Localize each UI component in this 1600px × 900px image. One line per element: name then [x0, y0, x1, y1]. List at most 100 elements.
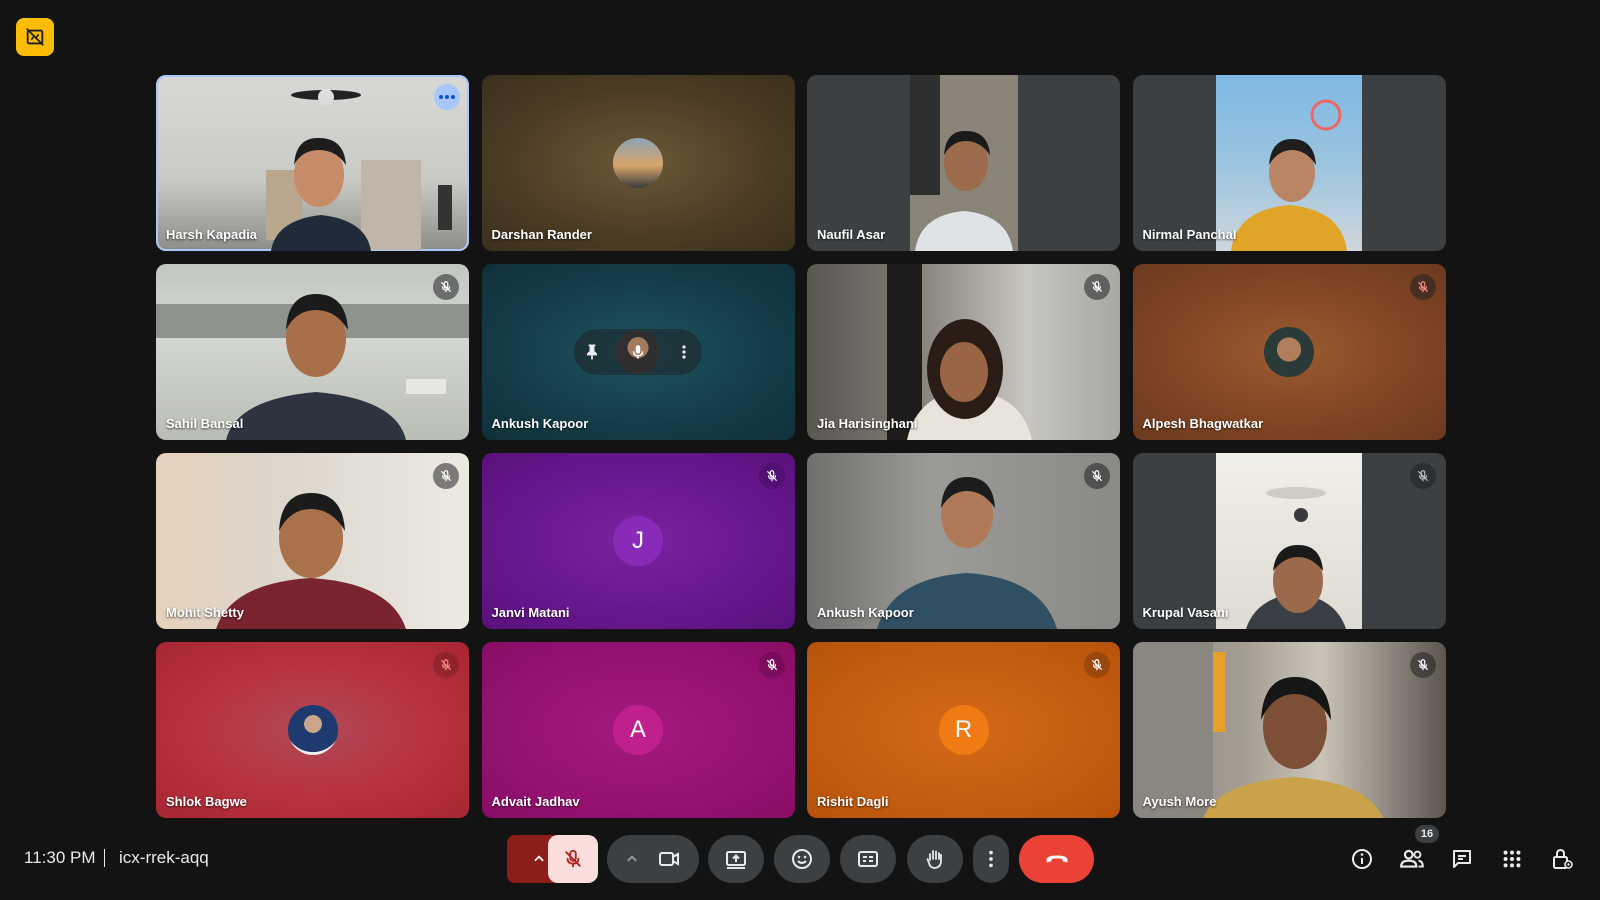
participant-name: Janvi Matani	[491, 605, 570, 620]
participant-name: Rishit Dagli	[817, 794, 889, 809]
participant-avatar	[613, 138, 663, 188]
participant-video	[1132, 642, 1383, 818]
mic-muted-indicator	[1084, 652, 1110, 678]
meeting-clock: 11:30 PM	[24, 848, 96, 867]
participant-video	[909, 75, 1018, 251]
participant-name: Advait Jadhav	[491, 794, 580, 809]
participant-avatar: R	[938, 705, 989, 755]
host-controls-icon	[1553, 848, 1573, 869]
participant-video	[156, 294, 469, 440]
participant-name: Ankush Kapoor	[491, 416, 589, 431]
participant-tile[interactable]: Alpesh Bhagwatkar	[1132, 264, 1446, 440]
more-vert-icon[interactable]	[674, 342, 694, 362]
participant-tile[interactable]: Nirmal Panchal	[1132, 75, 1446, 251]
activities-button[interactable]	[1496, 843, 1528, 875]
participant-name: Krupal Vasani	[1142, 605, 1229, 620]
participant-name: Darshan Rander	[491, 227, 592, 242]
mic-off-icon	[1091, 470, 1103, 482]
camera-icon[interactable]	[657, 847, 681, 871]
mic-off-icon	[766, 470, 777, 482]
mic-muted-indicator	[433, 652, 459, 678]
mic-muted-indicator	[1084, 463, 1110, 489]
participant-avatar	[287, 705, 338, 755]
participant-avatar	[616, 330, 660, 374]
participant-count-badge: 16	[1415, 825, 1439, 843]
participant-tile[interactable]: Naufil Asar	[807, 75, 1120, 251]
participant-name: Sahil Bansal	[166, 416, 244, 431]
pin-icon[interactable]	[582, 342, 602, 362]
participant-video	[216, 493, 406, 629]
present-now-button[interactable]	[708, 835, 764, 883]
mic-muted-indicator	[433, 274, 459, 300]
mic-off-icon	[1417, 659, 1428, 671]
chat-button[interactable]	[1446, 843, 1478, 875]
participant-video	[887, 264, 1032, 440]
mic-toggle-button[interactable]	[548, 835, 598, 883]
participant-name: Nirmal Panchal	[1142, 227, 1237, 242]
hidden-tiles-badge[interactable]	[16, 18, 54, 56]
mic-muted-indicator	[1084, 274, 1110, 300]
raise-hand-button[interactable]	[907, 835, 963, 883]
participant-name: Ankush Kapoor	[817, 605, 914, 620]
video-options-button[interactable]	[607, 835, 699, 883]
participant-tile[interactable]: Sahil Bansal	[156, 264, 469, 440]
raise-hand-icon	[926, 850, 942, 869]
participant-video	[266, 89, 452, 251]
participant-tile[interactable]: Mohit Shetty	[156, 453, 469, 629]
emoji-icon	[792, 849, 812, 869]
participant-tile[interactable]: Jia Harisinghani	[807, 264, 1120, 440]
participant-video	[1216, 75, 1362, 251]
participant-video	[1216, 453, 1362, 629]
participant-tile[interactable]: Krupal Vasani	[1132, 453, 1446, 629]
meeting-code: icx-rrek-aqq	[119, 848, 209, 867]
mic-muted-indicator	[1409, 274, 1436, 300]
more-options-button[interactable]	[973, 835, 1009, 883]
chat-icon	[1453, 850, 1471, 868]
end-call-icon	[1046, 855, 1067, 863]
participant-tile[interactable]: A Advait Jadhav	[481, 642, 795, 818]
mic-off-icon	[766, 659, 777, 671]
present-icon	[726, 851, 746, 869]
participant-tile[interactable]: Ankush Kapoor	[481, 264, 795, 440]
leave-call-button[interactable]	[1019, 835, 1094, 883]
reactions-button[interactable]	[774, 835, 830, 883]
mic-off-icon	[440, 659, 452, 671]
participant-name: Naufil Asar	[817, 227, 886, 242]
info-icon	[1352, 849, 1372, 869]
participant-tile[interactable]: J Janvi Matani	[481, 453, 795, 629]
mic-off-icon	[1417, 470, 1428, 482]
captions-icon	[858, 851, 878, 867]
mic-muted-indicator	[433, 463, 459, 489]
participant-tile[interactable]: Harsh Kapadia	[156, 75, 469, 251]
mic-off-icon	[1091, 281, 1103, 293]
people-button[interactable]	[1396, 843, 1428, 875]
tile-hover-controls	[574, 329, 702, 375]
participant-avatar: A	[613, 705, 663, 755]
mic-off-icon	[440, 470, 452, 482]
participant-name: Jia Harisinghani	[817, 416, 918, 431]
meeting-details-button[interactable]	[1346, 843, 1378, 875]
meeting-controls-bar: 11:30 PM icx-rrek-aqq 16	[0, 815, 1600, 900]
participant-tile[interactable]: Ayush More	[1132, 642, 1446, 818]
participant-name: Shlok Bagwe	[166, 794, 247, 809]
apps-icon	[1503, 850, 1521, 868]
participant-tile[interactable]: Shlok Bagwe	[156, 642, 469, 818]
more-options-button[interactable]	[434, 84, 460, 110]
participant-avatar: J	[613, 516, 663, 566]
mic-off-icon	[565, 849, 581, 868]
chevron-up-icon	[534, 855, 544, 862]
captions-button[interactable]	[840, 835, 896, 883]
participant-tile[interactable]: R Rishit Dagli	[807, 642, 1120, 818]
mic-off-icon	[1091, 659, 1103, 671]
participant-avatar	[1264, 327, 1314, 377]
participant-tile[interactable]: Ankush Kapoor	[807, 453, 1120, 629]
host-controls-button[interactable]	[1546, 843, 1578, 875]
mic-icon[interactable]	[629, 343, 647, 361]
participant-grid: Harsh Kapadia Darshan Rander Naufil Asar	[156, 75, 1446, 818]
mic-off-icon	[1417, 281, 1428, 293]
mic-muted-indicator	[758, 463, 785, 489]
participant-tile[interactable]: Darshan Rander	[481, 75, 795, 251]
mic-muted-indicator	[758, 652, 785, 678]
participant-video	[877, 477, 1057, 629]
mic-muted-indicator	[1409, 652, 1436, 678]
